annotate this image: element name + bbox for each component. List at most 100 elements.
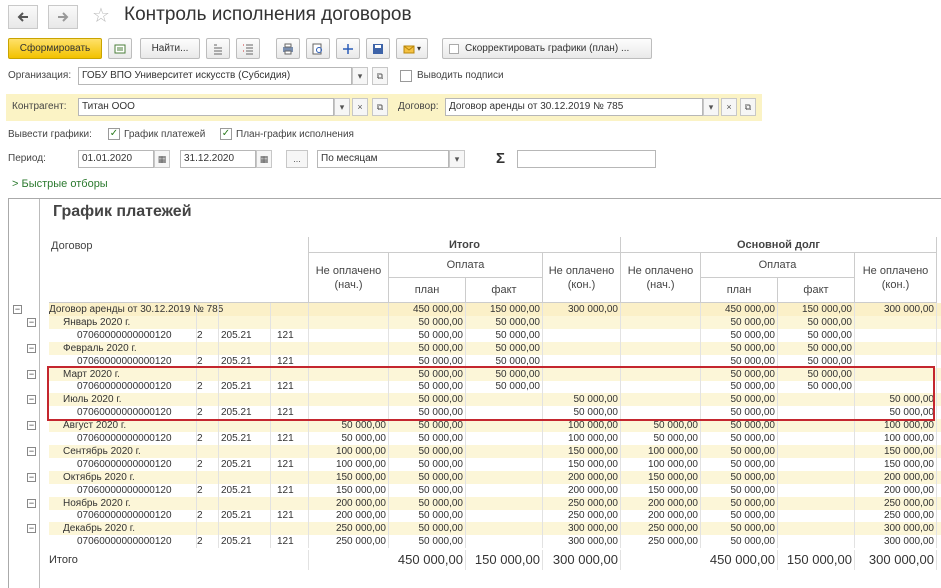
cell-p-unp (621, 328, 701, 342)
chart-execution-checkbox[interactable]: ✓ (220, 128, 232, 140)
cell-n3: 121 (277, 483, 309, 497)
group-row[interactable]: Сентябрь 2020 г. 100 000,00 50 000,00 150 0… (49, 444, 941, 458)
cell-p-fact (778, 457, 855, 471)
contract-dropdown-icon[interactable]: ▾ (703, 98, 719, 116)
send-email-button[interactable]: ▾ (396, 38, 428, 59)
row-label: Сентябрь 2020 г. (63, 444, 197, 458)
contract-open-icon[interactable]: ⧉ (740, 98, 756, 116)
cell-t-plan: 50 000,00 (389, 470, 466, 484)
date-to-field[interactable]: 31.12.2020 (180, 150, 256, 168)
chart-payments-checkbox[interactable]: ✓ (108, 128, 120, 140)
toolbar: Сформировать Найти... ▾ Скорректировать … (0, 38, 941, 62)
table-row[interactable]: 07060000000000120 2 205.21 121 250 000,00 50 … (49, 535, 941, 549)
collapse-toggle-icon[interactable]: − (27, 421, 36, 431)
print-signatures-checkbox[interactable] (400, 70, 412, 82)
counterparty-dropdown-icon[interactable]: ▾ (334, 98, 350, 116)
period-select-button[interactable]: ... (286, 150, 308, 168)
quick-filters-link[interactable]: > Быстрые отборы (12, 178, 108, 190)
group-row[interactable]: Январь 2020 г. 50 000,00 50 000,00 50 000,0… (49, 315, 941, 329)
calendar-icon[interactable]: ▦ (154, 150, 170, 168)
group-row[interactable]: Февраль 2020 г. 50 000,00 50 000,00 50 000,… (49, 341, 941, 355)
header-unpaid-end: Не оплачено (кон.) (855, 253, 937, 303)
group-row[interactable]: Договор аренды от 30.12.2019 № 785 450 00… (49, 303, 941, 316)
collapse-toggle-icon[interactable]: − (27, 524, 36, 534)
table-row[interactable]: 07060000000000120 2 205.21 121 100 000,00 50 … (49, 457, 941, 471)
arrow-left-icon (17, 12, 28, 22)
cell-p-end: 300 000,00 (855, 535, 937, 549)
group-row[interactable]: Ноябрь 2020 г. 200 000,00 50 000,00 250 000… (49, 496, 941, 510)
cell-n3: 121 (277, 328, 309, 342)
counterparty-open-icon[interactable]: ⧉ (372, 98, 388, 116)
collapse-groups-button[interactable] (236, 38, 260, 59)
show-charts-label: Вывести графики: (8, 129, 92, 140)
cell-n1 (197, 444, 219, 458)
cell-p-end: 250 000,00 (855, 496, 937, 510)
cell-p-unp: 250 000,00 (621, 522, 701, 536)
counterparty-clear-icon[interactable]: × (352, 98, 368, 116)
preview-button[interactable] (306, 38, 330, 59)
highlight-frame (47, 366, 935, 421)
date-from-field[interactable]: 01.01.2020 (78, 150, 154, 168)
find-button[interactable]: Найти... (140, 38, 200, 59)
save-button[interactable] (366, 38, 390, 59)
collapse-toggle-icon[interactable]: − (27, 369, 36, 379)
cell-p-plan: 50 000,00 (701, 444, 778, 458)
quick-filters-label: Быстрые отборы (21, 178, 108, 190)
adjust-schedules-button[interactable]: Скорректировать графики (план) ... (442, 38, 652, 59)
forward-button[interactable] (48, 5, 78, 29)
cell-p-fact: 50 000,00 (778, 341, 855, 355)
print-button[interactable] (276, 38, 300, 59)
cell-t-plan: 50 000,00 (389, 328, 466, 342)
cell-p-plan: 50 000,00 (701, 328, 778, 342)
cell-p-plan: 50 000,00 (701, 496, 778, 510)
table-row[interactable]: 07060000000000120 2 205.21 121 50 000,00 50 0… (49, 328, 941, 342)
cell-t-end (543, 315, 621, 329)
group-row[interactable]: Октябрь 2020 г. 150 000,00 50 000,00 200 00… (49, 470, 941, 484)
organization-dropdown-icon[interactable]: ▾ (352, 67, 368, 85)
cell-p-unp: 50 000,00 (621, 419, 701, 433)
collapse-toggle-icon[interactable]: − (27, 498, 36, 508)
cell-t-end: 150 000,00 (543, 444, 621, 458)
collapse-toggle-icon[interactable]: − (27, 317, 36, 327)
cell-p-fact: 50 000,00 (778, 328, 855, 342)
row-label: 07060000000000120 (77, 483, 197, 497)
organization-field[interactable]: ГОБУ ВПО Университет искусств (Субсидия) (78, 67, 352, 85)
report-settings-button[interactable] (108, 38, 132, 59)
cell-t-fact (466, 483, 543, 497)
header-unpaid-end: Не оплачено (кон.) (543, 253, 621, 303)
row-label: Октябрь 2020 г. (63, 470, 197, 484)
collapse-toggle-icon[interactable]: − (27, 446, 36, 456)
cell-n2 (221, 444, 271, 458)
star-icon[interactable]: ☆ (92, 6, 110, 26)
cell-n2 (221, 303, 271, 316)
period-mode-dropdown-icon[interactable]: ▾ (449, 150, 465, 168)
expand-groups-button[interactable] (206, 38, 230, 59)
contract-clear-icon[interactable]: × (721, 98, 737, 116)
group-row[interactable]: Август 2020 г. 50 000,00 50 000,00 100 000,… (49, 419, 941, 433)
period-mode-select[interactable]: По месяцам (317, 150, 449, 168)
organization-open-icon[interactable]: ⧉ (372, 67, 388, 85)
group-row[interactable]: Декабрь 2020 г. 250 000,00 50 000,00 300 00… (49, 522, 941, 536)
row-label: 07060000000000120 (77, 457, 197, 471)
table-row[interactable]: 07060000000000120 2 205.21 121 50 000,00 50 0… (49, 432, 941, 445)
cell-p-plan: 50 000,00 (701, 535, 778, 549)
collapse-toggle-icon[interactable]: − (27, 343, 36, 353)
collapse-toggle-icon[interactable]: − (13, 305, 22, 314)
cell-t-plan: 50 000,00 (389, 432, 466, 445)
cell-n3: 121 (277, 457, 309, 471)
collapse-toggle-icon[interactable]: − (27, 472, 36, 482)
counterparty-field[interactable]: Титан ООО (78, 98, 334, 116)
adjust-schedules-label: Скорректировать графики (план) ... (465, 43, 630, 54)
collapse-toggle-icon[interactable]: − (27, 395, 36, 405)
generate-button[interactable]: Сформировать (8, 38, 102, 59)
calendar-icon[interactable]: ▦ (256, 150, 272, 168)
table-row[interactable]: 07060000000000120 2 205.21 121 150 000,00 50 … (49, 483, 941, 497)
back-button[interactable] (8, 5, 38, 29)
cell-p-fact (778, 444, 855, 458)
cell-p-unp: 200 000,00 (621, 509, 701, 523)
cell-p-fact (778, 509, 855, 523)
table-row[interactable]: 07060000000000120 2 205.21 121 200 000,00 50 … (49, 509, 941, 523)
pin-button[interactable] (336, 38, 360, 59)
contract-field[interactable]: Договор аренды от 30.12.2019 № 785 (445, 98, 703, 116)
cell-n3 (277, 341, 309, 355)
